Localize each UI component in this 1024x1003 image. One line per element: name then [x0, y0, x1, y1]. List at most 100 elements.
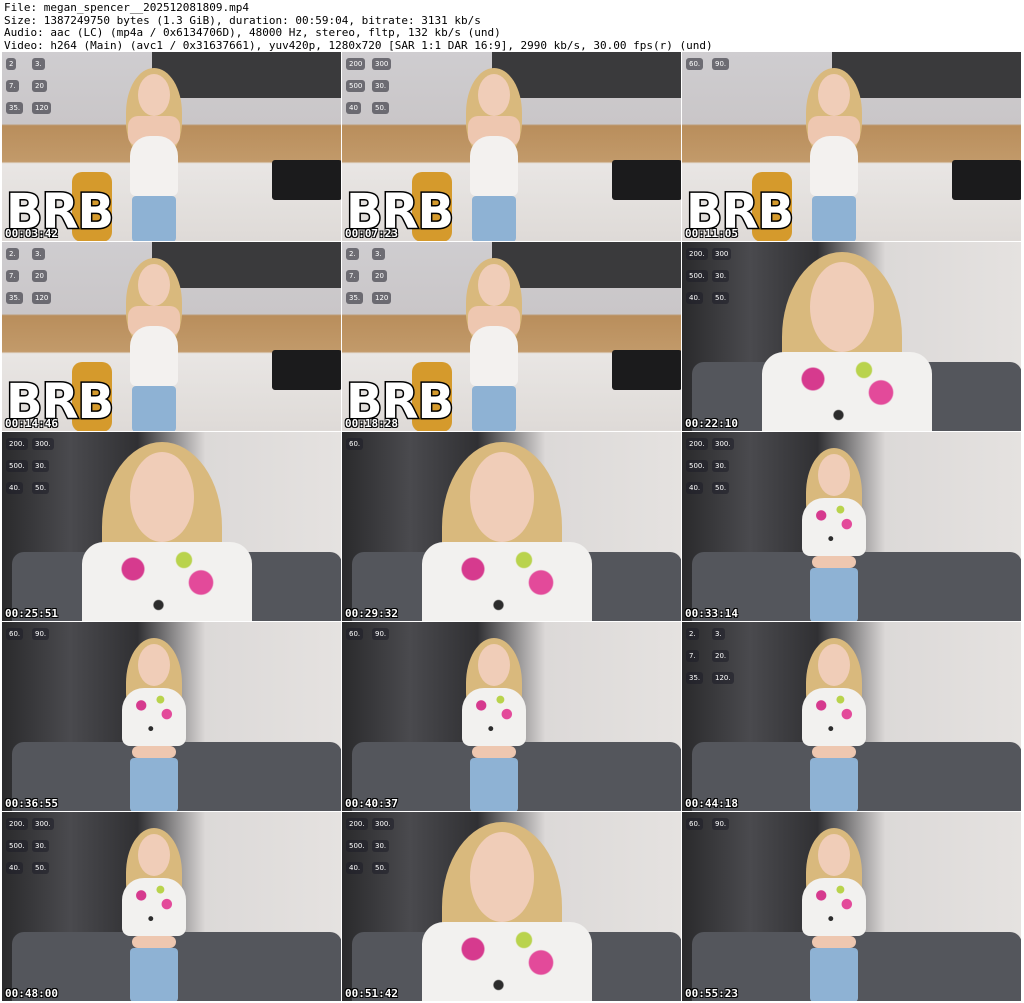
tip-menu-value: 50. — [712, 482, 730, 494]
tip-menu-value: 60. — [686, 818, 704, 830]
tip-menu-value: 90. — [712, 818, 730, 830]
tip-menu-value: 2. — [6, 248, 19, 260]
tip-menu-value: 300. — [32, 818, 54, 830]
tip-menu-value: 35. — [346, 292, 364, 304]
tip-menu-value: 30. — [32, 460, 50, 472]
tip-menu-overlay: 2. 3. 7. 20 35. 120 — [346, 248, 396, 318]
tip-menu-value: 200. — [686, 438, 708, 450]
tip-menu-value: 120 — [32, 292, 52, 304]
tip-menu-value: 500. — [346, 840, 368, 852]
tip-menu-value: 2. — [686, 628, 699, 640]
tip-menu-value: 60. — [6, 628, 24, 640]
tip-menu-value: 50. — [32, 482, 50, 494]
tip-menu-value: 300 — [712, 248, 732, 260]
tip-menu-overlay: 60. 90. — [686, 58, 736, 128]
tip-menu-value: 7. — [346, 270, 359, 282]
video-thumbnail: 60. 90. 00:36:55 — [2, 622, 342, 812]
tip-menu-overlay: 200. 300 500. 30. 40. 50. — [686, 248, 736, 318]
timestamp-label: 00:03:42 — [5, 227, 58, 240]
tip-menu-value: 500. — [686, 460, 708, 472]
tip-menu-value: 90. — [372, 628, 390, 640]
timestamp-label: 00:14:46 — [5, 417, 58, 430]
video-thumbnail: 2 3. 7. 20 35. 120 BRB 00:03:42 — [2, 52, 342, 242]
video-thumbnail: 2. 3. 7. 20 35. 120 BRB 00:18:28 — [342, 242, 682, 432]
tip-menu-value: 50. — [372, 862, 390, 874]
video-thumbnail: 2. 3. 7. 20. 35. 120. 00:44:18 — [682, 622, 1022, 812]
tip-menu-value: 35. — [6, 102, 24, 114]
tip-menu-value: 3. — [32, 58, 45, 70]
video-thumbnail: 200. 300. 500. 30. 40. 50. 00:25:51 — [2, 432, 342, 622]
tip-menu-value: 30. — [32, 840, 50, 852]
tip-menu-value: 200. — [6, 438, 28, 450]
tip-menu-overlay: 2. 3. 7. 20 35. 120 — [6, 248, 56, 318]
tip-menu-value: 200 — [346, 58, 366, 70]
tip-menu-value: 90. — [32, 628, 50, 640]
tip-menu-value: 90. — [712, 58, 730, 70]
tip-menu-value: 30. — [372, 840, 390, 852]
video-thumbnail: 60. 90. BRB 00:11:05 — [682, 52, 1022, 242]
video-thumbnail: 200. 300. 500. 30. 40. 50. 00:51:42 — [342, 812, 682, 1002]
tip-menu-overlay: 60. 90. — [6, 628, 56, 698]
timestamp-label: 00:55:23 — [685, 987, 738, 1000]
tip-menu-value: 35. — [686, 672, 704, 684]
tip-menu-overlay: 60. 90. — [686, 818, 736, 888]
tip-menu-value: 7. — [686, 650, 699, 662]
tip-menu-value: 60. — [686, 58, 704, 70]
video-info-line: Video: h264 (Main) (avc1 / 0x31637661), … — [4, 38, 713, 52]
thumbnail-grid: 2 3. 7. 20 35. 120 BRB 00:03:42 200 300 500 30. 40 50… — [2, 52, 1022, 1002]
tip-menu-value: 20 — [32, 270, 47, 282]
timestamp-label: 00:11:05 — [685, 227, 738, 240]
tip-menu-value: 3. — [712, 628, 725, 640]
tip-menu-value: 3. — [372, 248, 385, 260]
tip-menu-value: 35. — [6, 292, 24, 304]
timestamp-label: 00:36:55 — [5, 797, 58, 810]
tip-menu-overlay: 200. 300. 500. 30. 40. 50. — [346, 818, 396, 888]
tip-menu-value: 40. — [686, 292, 704, 304]
tip-menu-value: 50. — [372, 102, 390, 114]
tip-menu-overlay: 60. — [346, 438, 396, 508]
tip-menu-value: 300. — [372, 818, 394, 830]
tip-menu-value: 20 — [372, 270, 387, 282]
video-thumbnail: 200. 300 500. 30. 40. 50. 00:22:10 — [682, 242, 1022, 432]
tip-menu-value: 30. — [372, 80, 390, 92]
file-info-header: File: megan_spencer__202512081809.mp4 Si… — [0, 0, 1024, 52]
timestamp-label: 00:51:42 — [345, 987, 398, 1000]
tip-menu-value: 40. — [6, 862, 24, 874]
tip-menu-overlay: 60. 90. — [346, 628, 396, 698]
tip-menu-overlay: 200. 300. 500. 30. 40. 50. — [6, 818, 56, 888]
tip-menu-value: 120 — [372, 292, 392, 304]
video-thumbnail: 60. 90. 00:55:23 — [682, 812, 1022, 1002]
tip-menu-value: 200. — [6, 818, 28, 830]
tip-menu-overlay: 2. 3. 7. 20. 35. 120. — [686, 628, 736, 698]
tip-menu-value: 500. — [6, 840, 28, 852]
tip-menu-overlay: 200 300 500 30. 40 50. — [346, 58, 396, 128]
timestamp-label: 00:25:51 — [5, 607, 58, 620]
video-thumbnail: 60. 00:29:32 — [342, 432, 682, 622]
tip-menu-value: 7. — [6, 80, 19, 92]
tip-menu-value: 300 — [372, 58, 392, 70]
tip-menu-value: 30. — [712, 270, 730, 282]
tip-menu-value: 40 — [346, 102, 361, 114]
timestamp-label: 00:18:28 — [345, 417, 398, 430]
tip-menu-value: 500. — [686, 270, 708, 282]
video-thumbnail: 2. 3. 7. 20 35. 120 BRB 00:14:46 — [2, 242, 342, 432]
video-thumbnail: 200 300 500 30. 40 50. BRB 00:07:23 — [342, 52, 682, 242]
tip-menu-value: 50. — [32, 862, 50, 874]
video-thumbnail: 200. 300. 500. 30. 40. 50. 00:33:14 — [682, 432, 1022, 622]
tip-menu-value: 3. — [32, 248, 45, 260]
tip-menu-value: 20. — [712, 650, 730, 662]
tip-menu-value: 200. — [346, 818, 368, 830]
tip-menu-value: 300. — [712, 438, 734, 450]
tip-menu-overlay: 200. 300. 500. 30. 40. 50. — [686, 438, 736, 508]
file-name-line: File: megan_spencer__202512081809.mp4 — [4, 1, 250, 14]
video-thumbnail: 60. 90. 00:40:37 — [342, 622, 682, 812]
tip-menu-value: 300. — [32, 438, 54, 450]
tip-menu-overlay: 2 3. 7. 20 35. 120 — [6, 58, 56, 128]
tip-menu-value: 120. — [712, 672, 734, 684]
video-thumbnail: 200. 300. 500. 30. 40. 50. 00:48:00 — [2, 812, 342, 1002]
timestamp-label: 00:29:32 — [345, 607, 398, 620]
tip-menu-value: 40. — [6, 482, 24, 494]
tip-menu-value: 60. — [346, 438, 364, 450]
tip-menu-value: 2. — [346, 248, 359, 260]
tip-menu-value: 50. — [712, 292, 730, 304]
